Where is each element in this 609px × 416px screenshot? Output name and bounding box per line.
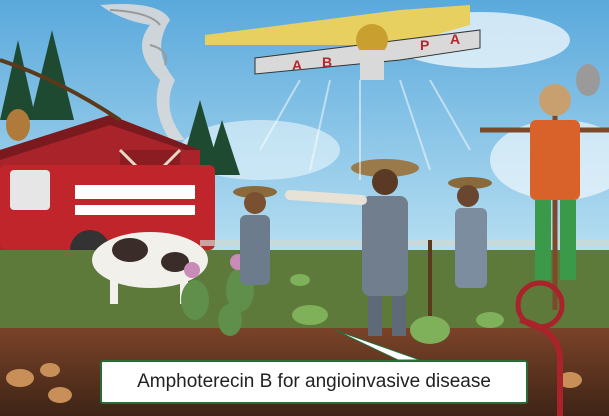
plane-letter: A xyxy=(450,31,460,47)
caption-text: Amphoterecin B for angioinvasive disease xyxy=(137,371,491,392)
farm-illustration: A B P A xyxy=(0,0,609,416)
caption-box: Amphoterecin B for angioinvasive disease xyxy=(100,360,528,404)
plane-letter: P xyxy=(420,37,429,53)
pine-cone xyxy=(6,109,30,141)
plane-letter: B xyxy=(322,54,332,70)
scene: A B P A Amphoterecin B for angioinvasive… xyxy=(0,0,609,416)
plane-letter: A xyxy=(292,57,302,73)
